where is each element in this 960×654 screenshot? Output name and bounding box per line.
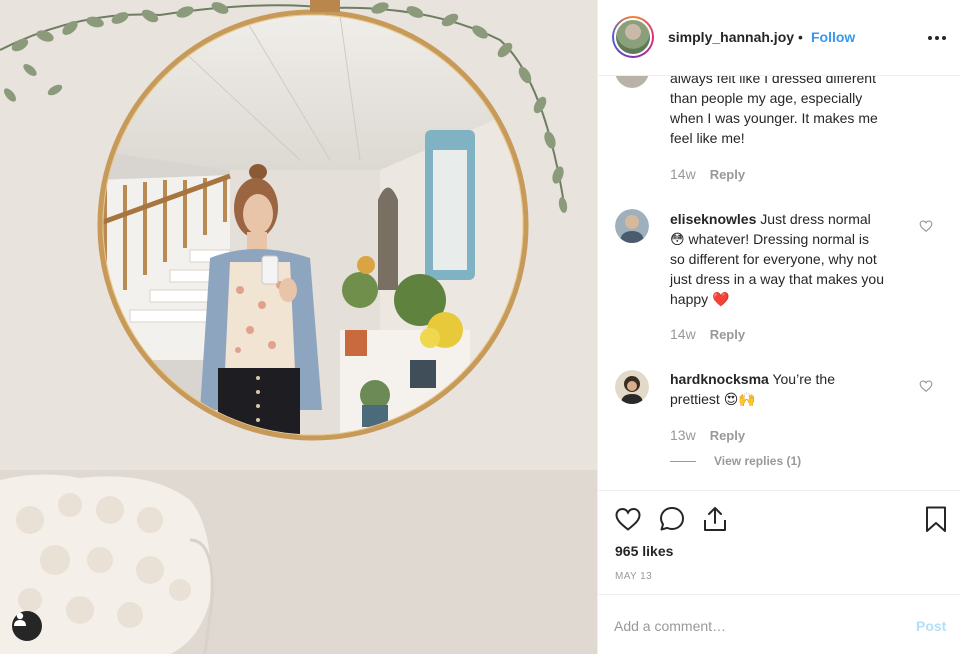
post-comment-button[interactable]: Post: [916, 618, 946, 634]
post-header: simply_hannah.joy • Follow: [598, 0, 960, 76]
person-tag-icon: [14, 612, 26, 626]
author-username[interactable]: simply_hannah.joy: [668, 29, 794, 45]
comment-time[interactable]: 14w: [670, 326, 696, 342]
comment-line: so different for everyone, why not: [670, 251, 877, 267]
comment-composer: Post: [598, 594, 960, 654]
commenter-avatar-eliseknowles[interactable]: [615, 209, 649, 243]
comment-bubble-icon[interactable]: [658, 505, 686, 533]
comment-line: feel like me!: [670, 130, 745, 146]
comment-line: just dress in a way that makes you: [670, 271, 884, 287]
header-separator: •: [798, 29, 803, 45]
comment-line: Just dress normal: [756, 211, 871, 227]
post-date[interactable]: MAY 13: [615, 571, 652, 582]
view-replies-label[interactable]: View replies (1): [714, 454, 801, 468]
post-actions: 965 likes MAY 13: [598, 490, 960, 594]
share-icon[interactable]: [701, 505, 729, 533]
comment-meta: 14w Reply: [670, 166, 745, 182]
view-replies-button[interactable]: View replies (1): [670, 454, 801, 468]
comment-line: happy ❤️: [670, 291, 730, 307]
comment-line: always felt like I dressed different: [670, 76, 876, 86]
post-sidebar: simply_hannah.joy • Follow always felt l…: [597, 0, 960, 654]
comment-text: always felt like I dressed different tha…: [670, 76, 940, 148]
comment-text: hardknocksma You’re the prettiest 😍🙌: [670, 369, 920, 409]
follow-button[interactable]: Follow: [811, 29, 855, 45]
comment-time[interactable]: 13w: [670, 427, 696, 443]
like-comment-heart-icon[interactable]: [919, 379, 933, 393]
more-options-icon[interactable]: [926, 28, 948, 48]
comment-username[interactable]: hardknocksma: [670, 371, 769, 387]
mirror-selfie-image: [0, 0, 597, 654]
commenter-avatar-hardknocksma[interactable]: [615, 370, 649, 404]
comments-list[interactable]: always felt like I dressed different tha…: [598, 76, 960, 490]
post-photo[interactable]: [0, 0, 597, 654]
comment-line: than people my age, especially: [670, 90, 863, 106]
commenter-avatar[interactable]: [615, 76, 649, 88]
reply-button[interactable]: Reply: [710, 167, 745, 182]
reply-button[interactable]: Reply: [710, 428, 745, 443]
like-heart-icon[interactable]: [614, 505, 642, 533]
comment-meta: 13w Reply: [670, 427, 745, 443]
save-bookmark-icon[interactable]: [922, 505, 950, 533]
likes-count[interactable]: 965 likes: [615, 543, 673, 559]
comment-text: eliseknowles Just dress normal 😳 whateve…: [670, 209, 920, 309]
tagged-people-button[interactable]: [12, 611, 42, 641]
reply-button[interactable]: Reply: [710, 327, 745, 342]
comment-line: when I was younger. It makes me: [670, 110, 878, 126]
comment-username[interactable]: eliseknowles: [670, 211, 756, 227]
comment-time[interactable]: 14w: [670, 166, 696, 182]
comment-line: You’re the: [768, 371, 835, 387]
author-avatar[interactable]: [612, 16, 654, 58]
comment-meta: 14w Reply: [670, 326, 745, 342]
add-comment-input[interactable]: [614, 615, 894, 637]
like-comment-heart-icon[interactable]: [919, 219, 933, 233]
replies-divider-line: [670, 460, 696, 462]
comment-line: 😳 whatever! Dressing normal is: [670, 231, 869, 247]
comment-line: prettiest 😍🙌: [670, 391, 756, 407]
